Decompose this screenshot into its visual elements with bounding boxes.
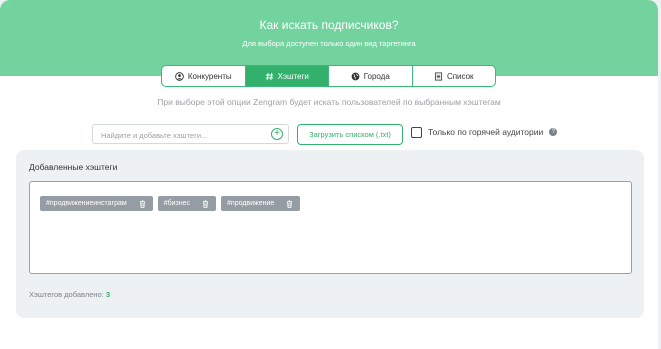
page-subtitle: Для выбора доступен только один вид тарг… <box>242 39 416 48</box>
hashtag-chip: #продвижение <box>221 196 301 211</box>
panel-title: Добавленные хэштеги <box>29 162 118 172</box>
trash-icon[interactable] <box>286 200 293 208</box>
hashtag-chip: #продвижениеинстаграм <box>40 196 153 211</box>
tab-description: При выборе этой опции Zengram будет иска… <box>157 97 501 107</box>
hashtag-list: #продвижениеинстаграм #бизнес #продвижен… <box>40 196 301 211</box>
hashtag-count: Хэштегов добавлено: 3 <box>29 290 110 299</box>
tab-competitors[interactable]: Конкуренты <box>162 66 246 86</box>
tab-cities[interactable]: Города <box>329 66 413 86</box>
trash-icon[interactable] <box>202 200 209 208</box>
hashtag-search: + <box>92 124 289 145</box>
tab-label: Конкуренты <box>187 71 232 81</box>
hashtag-search-input[interactable] <box>93 126 263 145</box>
help-icon[interactable]: ? <box>549 128 558 136</box>
page-title: Как искать подписчиков? <box>259 18 399 32</box>
hashtag-label: #продвижениеинстаграм <box>46 200 127 207</box>
add-circle-icon[interactable]: + <box>271 128 283 140</box>
hot-audience-checkbox[interactable] <box>411 126 422 138</box>
tab-list[interactable]: Список <box>413 66 496 86</box>
hash-icon <box>265 72 274 81</box>
added-hashtags-panel: Добавленные хэштеги #продвижениеинстагра… <box>16 150 644 318</box>
list-icon <box>434 71 443 81</box>
tab-hashtags[interactable]: Хэштеги <box>245 66 329 86</box>
hashtag-box: #продвижениеинстаграм #бизнес #продвижен… <box>29 181 632 274</box>
targeting-card: Как искать подписчиков? Для выбора досту… <box>0 0 658 349</box>
hashtag-count-value: 3 <box>105 290 111 299</box>
targeting-tabs: Конкуренты Хэштеги Города Список <box>161 65 496 87</box>
tab-label: Города <box>363 71 390 81</box>
trash-icon[interactable] <box>139 200 146 208</box>
hashtag-label: #продвижение <box>227 200 275 207</box>
hashtag-count-label: Хэштегов добавлено: <box>29 290 104 299</box>
hashtag-label: #бизнес <box>163 200 191 207</box>
tab-label: Список <box>446 71 474 81</box>
user-circle-icon <box>175 71 184 81</box>
hot-audience-option: Только по горячей аудитории ? <box>411 125 558 139</box>
tab-label: Хэштеги <box>277 71 309 81</box>
hot-audience-label: Только по горячей аудитории <box>428 127 544 137</box>
globe-icon <box>351 72 360 81</box>
upload-list-button[interactable]: Загрузить списком (.txt) <box>297 124 403 145</box>
hashtag-chip: #бизнес <box>157 196 217 211</box>
